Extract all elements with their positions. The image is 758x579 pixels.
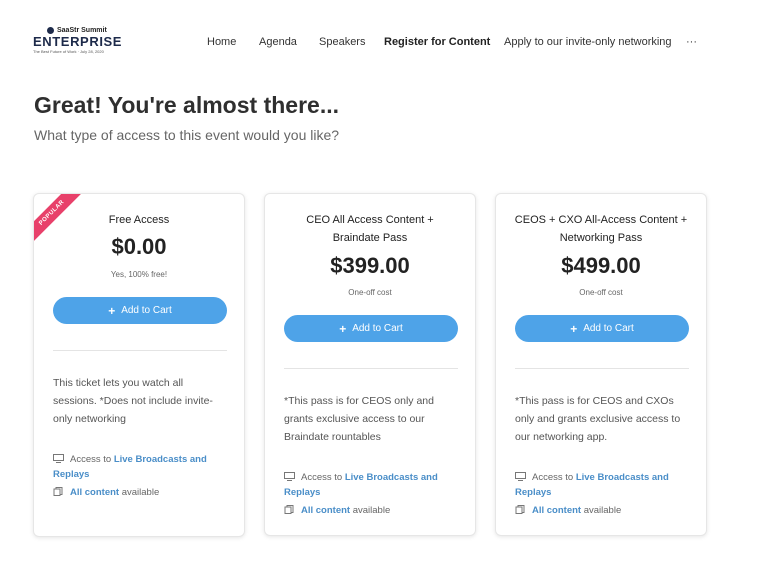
feature-live-broadcasts: Access to Live Broadcasts and Replays [515, 472, 669, 498]
ticket-card-ceo: CEO All Access Content + Braindate Pass … [264, 193, 476, 536]
nav-apply[interactable]: Apply to our invite-only networking [504, 36, 672, 48]
add-to-cart-button[interactable]: + Add to Cart [284, 315, 458, 342]
add-to-cart-button[interactable]: + Add to Cart [53, 297, 227, 324]
copy-icon [53, 487, 63, 496]
card-title: CEO All Access Content + Braindate Pass [306, 214, 434, 244]
feature-live-broadcasts: Access to Live Broadcasts and Replays [53, 454, 207, 480]
monitor-icon [53, 454, 64, 463]
feature-all-content: All content available [515, 503, 695, 518]
nav-agenda[interactable]: Agenda [259, 36, 297, 48]
plus-icon: + [108, 303, 116, 318]
add-to-cart-label: Add to Cart [121, 305, 172, 316]
card-divider [53, 350, 227, 351]
add-to-cart-button[interactable]: + Add to Cart [515, 315, 689, 342]
ticket-card-free: POPULAR Free Access $0.00 Yes, 100% free… [33, 193, 245, 537]
copy-icon [284, 505, 294, 514]
feature-all-content: All content available [284, 503, 464, 518]
monitor-icon [284, 472, 295, 481]
card-title: CEOS + CXO All-Access Content + Networki… [514, 214, 688, 244]
card-description: *This pass is for CEOS only and grants e… [284, 395, 434, 443]
copy-icon [515, 505, 525, 514]
feature-all-content: All content available [53, 485, 233, 500]
page-title: Great! You're almost there... [34, 92, 339, 118]
logo-sub-text: The Best Future of Work · July 28, 2020 [33, 49, 104, 54]
card-divider [515, 368, 689, 369]
feature-live-broadcasts: Access to Live Broadcasts and Replays [284, 472, 438, 498]
card-price-note: Yes, 100% free! [110, 270, 168, 279]
card-title: Free Access [108, 214, 170, 226]
card-divider [284, 368, 458, 369]
page-subtitle: What type of access to this event would … [34, 127, 340, 143]
logo-mark-icon [47, 27, 54, 34]
logo-top-text: SaaStr Summit [57, 27, 107, 34]
card-price-note: One-off cost [579, 288, 623, 297]
logo-main-text: ENTERPRISE [33, 34, 123, 49]
card-price: $0.00 [111, 234, 167, 259]
card-price: $399.00 [330, 253, 410, 278]
logo[interactable]: SaaStr Summit ENTERPRISE The Best Future… [33, 27, 123, 54]
card-description: *This pass is for CEOS and CXOs only and… [515, 395, 681, 443]
nav-register[interactable]: Register for Content [384, 36, 490, 48]
nav-more[interactable]: ··· [686, 36, 697, 48]
plus-icon: + [570, 321, 578, 336]
nav-home[interactable]: Home [207, 36, 236, 48]
card-price: $499.00 [561, 253, 641, 278]
add-to-cart-label: Add to Cart [583, 323, 634, 334]
nav-speakers[interactable]: Speakers [319, 36, 365, 48]
add-to-cart-label: Add to Cart [352, 323, 403, 334]
ticket-card-cxo: CEOS + CXO All-Access Content + Networki… [495, 193, 707, 536]
card-price-note: One-off cost [348, 288, 392, 297]
site-header: SaaStr Summit ENTERPRISE The Best Future… [0, 0, 758, 80]
card-description: This ticket lets you watch all sessions.… [53, 377, 213, 425]
monitor-icon [515, 472, 526, 481]
plus-icon: + [339, 321, 347, 336]
